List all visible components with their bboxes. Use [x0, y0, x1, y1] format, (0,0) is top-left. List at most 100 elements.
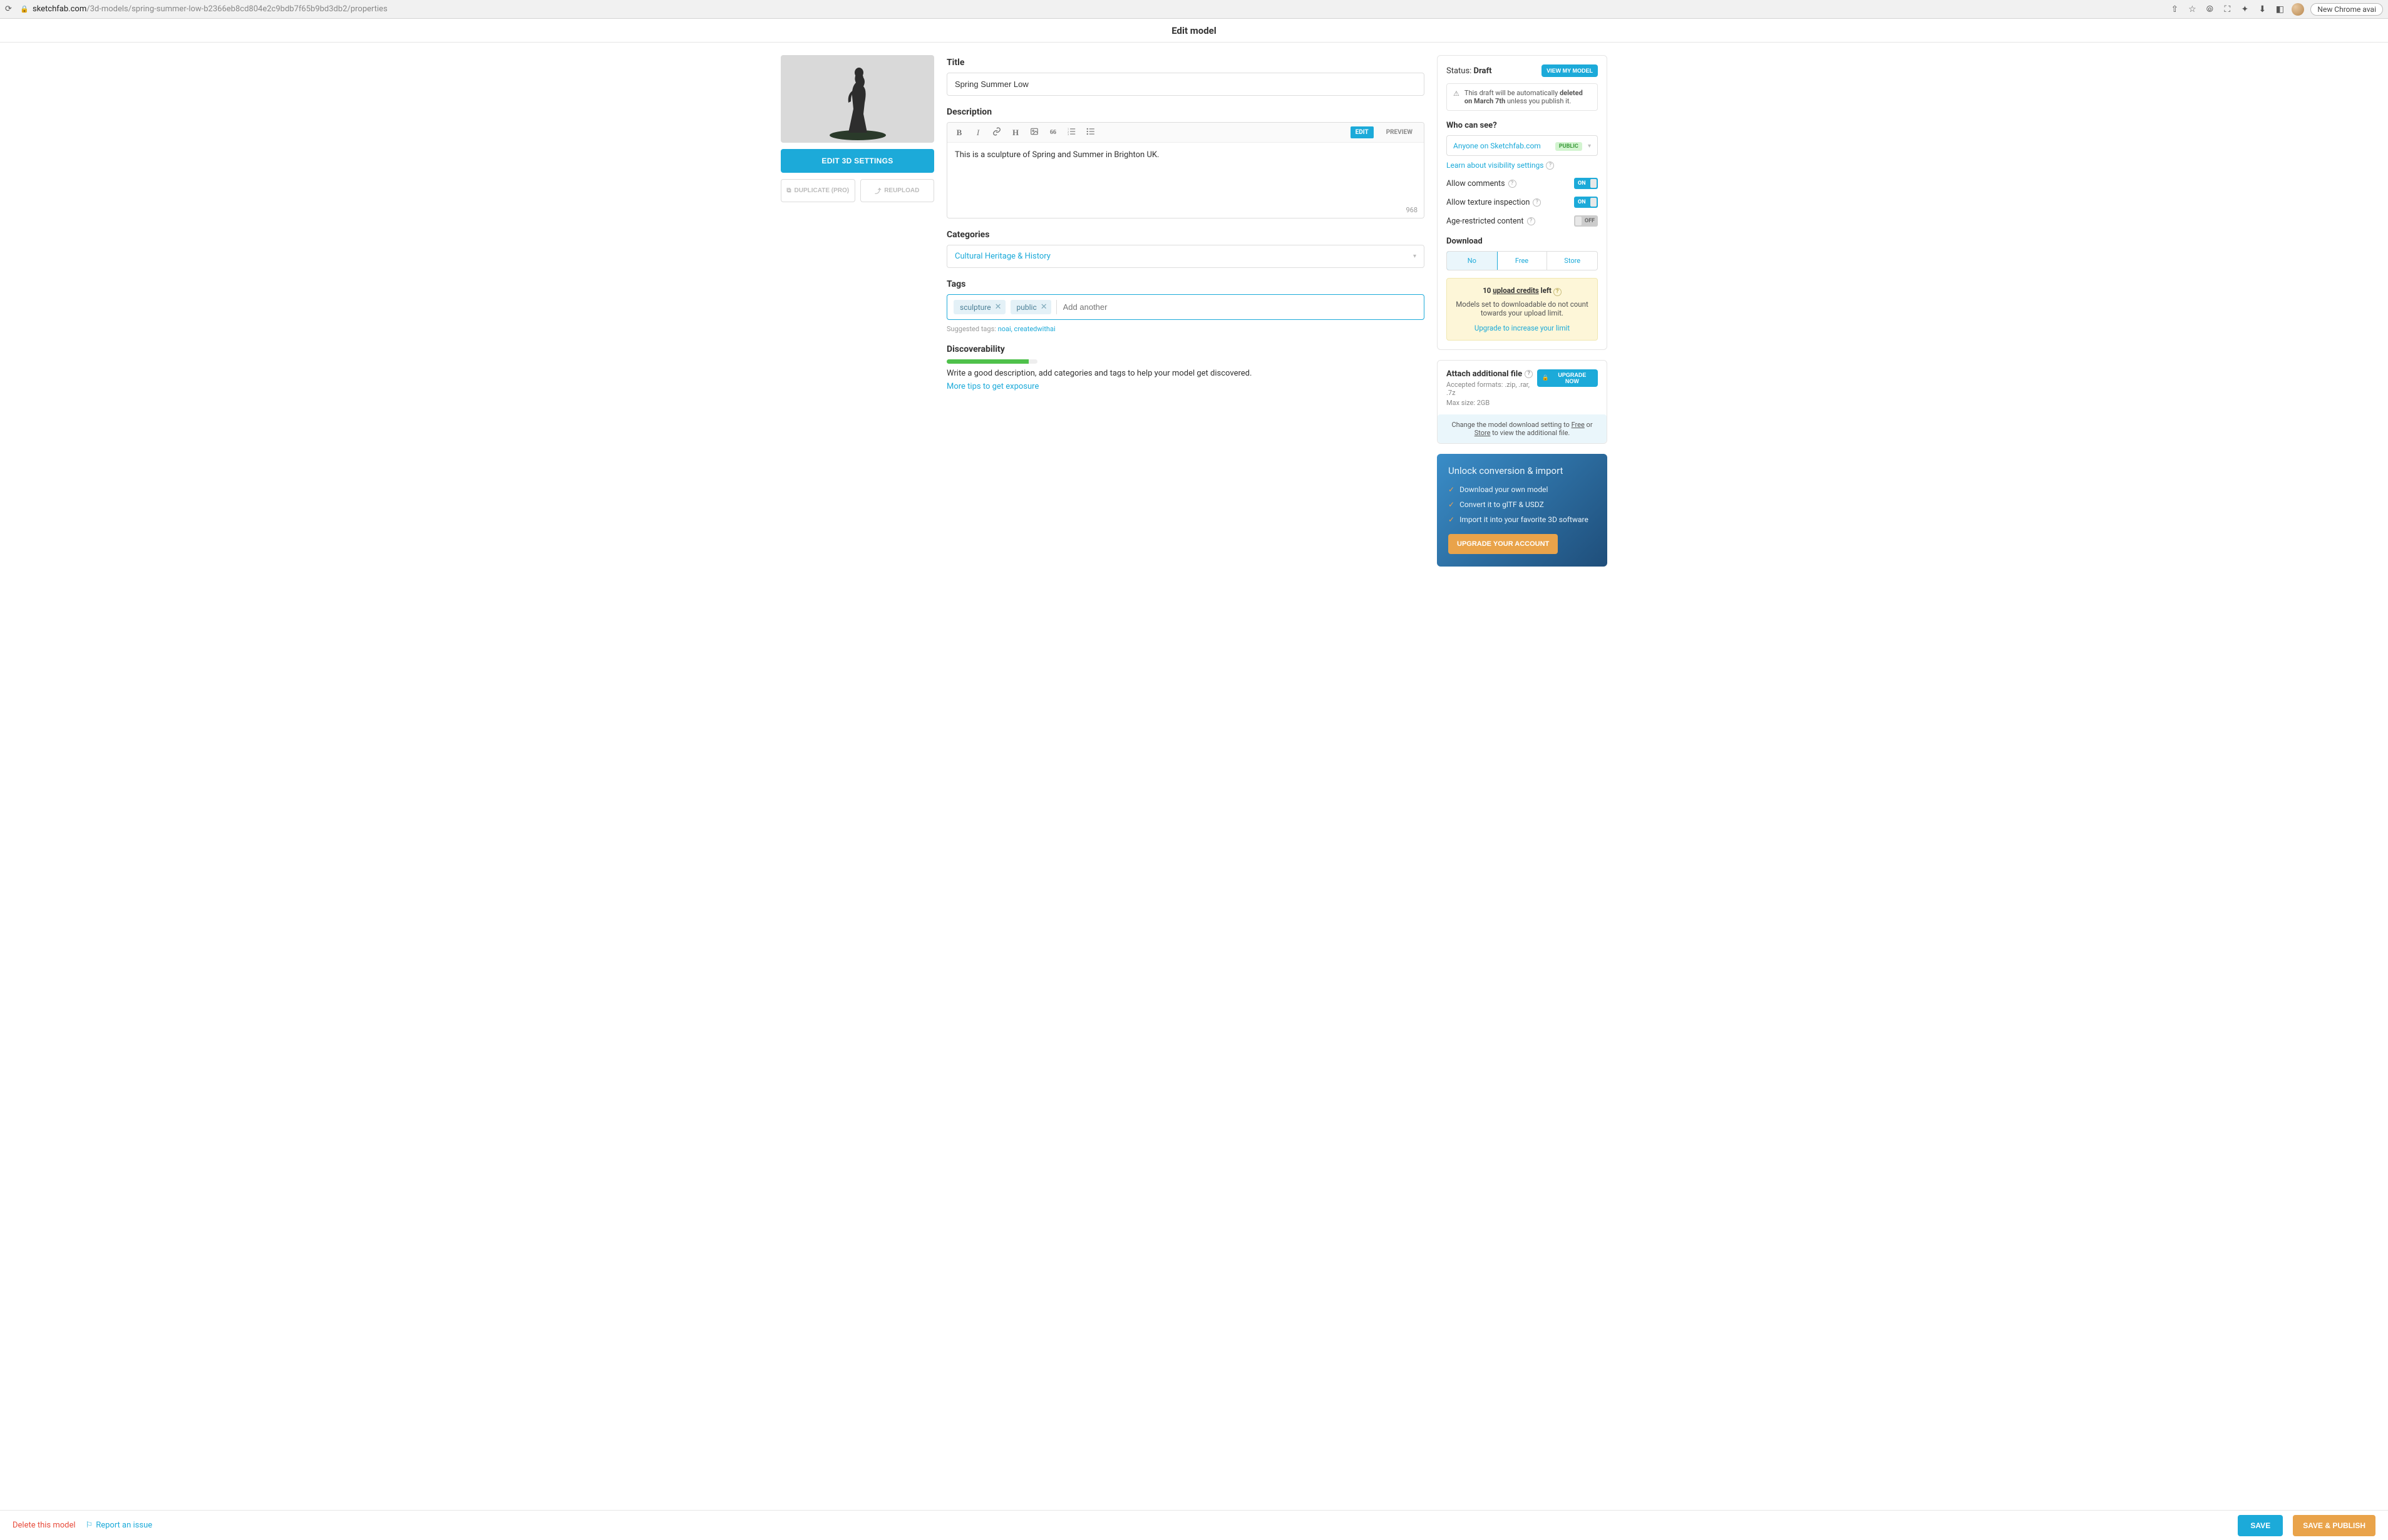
suggested-tags-link[interactable]: noai, createdwithai — [998, 325, 1056, 333]
refresh-icon[interactable]: ⟳ — [5, 4, 15, 14]
remove-tag-icon[interactable]: ✕ — [995, 302, 1002, 312]
title-input[interactable] — [947, 73, 1424, 96]
upload-credits-box: 10 upload credits left ? Models set to d… — [1446, 278, 1598, 341]
title-label: Title — [947, 58, 1424, 68]
attach-formats: Accepted formats: .zip, .rar, .7z — [1446, 381, 1537, 397]
download-tabs: No Free Store — [1446, 251, 1598, 270]
browser-chrome: ⟳ 🔒 sketchfab.com/3d-models/spring-summe… — [0, 0, 2388, 19]
url-bar[interactable]: sketchfab.com/3d-models/spring-summer-lo… — [33, 4, 2164, 14]
more-tips-link[interactable]: More tips to get exposure — [947, 382, 1039, 391]
download-tab-store[interactable]: Store — [1547, 252, 1597, 270]
ordered-list-button[interactable]: 123 — [1066, 127, 1078, 138]
unordered-list-button[interactable] — [1085, 127, 1096, 138]
tag-text-input[interactable] — [1056, 300, 1418, 314]
extension-icon-1[interactable]: ⦾ — [2204, 4, 2215, 15]
status-label: Status: Draft — [1446, 66, 1492, 76]
help-icon[interactable]: ? — [1533, 198, 1541, 207]
save-button[interactable]: SAVE — [2238, 1515, 2283, 1536]
attach-title: Attach additional file? — [1446, 369, 1537, 379]
public-badge: PUBLIC — [1555, 142, 1582, 151]
italic-button[interactable]: I — [972, 128, 984, 138]
upgrade-limit-link[interactable]: Upgrade to increase your limit — [1454, 324, 1590, 332]
attach-max: Max size: 2GB — [1446, 399, 1537, 407]
tag-chip: public✕ — [1011, 300, 1051, 314]
save-publish-button[interactable]: SAVE & PUBLISH — [2293, 1515, 2375, 1536]
duplicate-button[interactable]: ⧉ DUPLICATE (PRO) — [781, 179, 855, 202]
lock-icon: 🔒 — [1542, 374, 1549, 381]
visibility-select[interactable]: Anyone on Sketchfab.com PUBLIC ▾ — [1446, 135, 1598, 156]
download-icon[interactable]: ⬇ — [2257, 4, 2268, 15]
remove-tag-icon[interactable]: ✕ — [1041, 302, 1047, 312]
panel-icon[interactable]: ◧ — [2274, 4, 2285, 15]
editor-edit-tab[interactable]: EDIT — [1351, 126, 1374, 138]
heading-button[interactable]: H — [1010, 128, 1021, 138]
browser-actions: ⇧ ☆ ⦾ ⛶ ✦ ⬇ ◧ New Chrome avai — [2169, 3, 2383, 16]
promo-title: Unlock conversion & import — [1448, 465, 1596, 476]
page-title: Edit model — [0, 19, 2388, 43]
discoverability-label: Discoverability — [947, 344, 1424, 354]
download-tab-no[interactable]: No — [1446, 251, 1498, 270]
check-icon: ✓ — [1448, 500, 1454, 509]
allow-comments-toggle[interactable]: ON — [1574, 178, 1598, 189]
quote-button[interactable]: 66 — [1047, 129, 1059, 136]
download-heading: Download — [1446, 237, 1598, 246]
attach-file-card: Attach additional file? Accepted formats… — [1437, 360, 1607, 444]
help-icon[interactable]: ? — [1553, 288, 1562, 296]
extension-icon-2[interactable]: ⛶ — [2221, 4, 2233, 15]
image-button[interactable] — [1029, 127, 1040, 138]
statue-preview — [823, 59, 892, 140]
upgrade-account-button[interactable]: UPGRADE YOUR ACCOUNT — [1448, 534, 1558, 554]
footer-bar: Delete this model ⚐Report an issue SAVE … — [0, 1510, 2388, 1540]
help-icon[interactable]: ? — [1525, 370, 1533, 378]
allow-texture-label: Allow texture inspection? — [1446, 198, 1541, 207]
help-icon[interactable]: ? — [1527, 217, 1535, 225]
allow-comments-label: Allow comments? — [1446, 179, 1516, 188]
warning-icon: ⚠ — [1453, 90, 1459, 98]
age-restricted-label: Age-restricted content? — [1446, 217, 1535, 226]
description-editor: B I H 66 123 EDIT PREVIEW — [947, 122, 1424, 218]
bold-button[interactable]: B — [954, 128, 965, 138]
upgrade-now-button[interactable]: 🔒UPGRADE NOW — [1537, 369, 1598, 387]
discoverability-text: Write a good description, add categories… — [947, 369, 1424, 378]
suggested-tags: Suggested tags: noai, createdwithai — [947, 325, 1424, 333]
char-count: 968 — [1406, 206, 1418, 214]
tags-input-box[interactable]: sculpture✕ public✕ — [947, 294, 1424, 320]
flag-icon: ⚐ — [86, 1521, 93, 1530]
age-restricted-toggle[interactable]: OFF — [1574, 215, 1598, 227]
attach-note: Change the model download setting to Fre… — [1438, 414, 1607, 443]
description-textarea[interactable]: This is a sculpture of Spring and Summer… — [947, 143, 1424, 218]
tag-chip: sculpture✕ — [954, 300, 1006, 314]
allow-texture-toggle[interactable]: ON — [1574, 197, 1598, 208]
report-issue-link[interactable]: ⚐Report an issue — [86, 1521, 153, 1530]
description-label: Description — [947, 107, 1424, 117]
edit-3d-settings-button[interactable]: EDIT 3D SETTINGS — [781, 149, 934, 173]
help-icon: ? — [1546, 162, 1554, 170]
extensions-icon[interactable]: ✦ — [2239, 4, 2250, 15]
editor-preview-tab[interactable]: PREVIEW — [1381, 126, 1418, 138]
link-button[interactable] — [991, 127, 1002, 138]
upgrade-promo-card: Unlock conversion & import ✓Download you… — [1437, 454, 1607, 567]
lock-icon: 🔒 — [20, 5, 28, 13]
draft-warning: ⚠ This draft will be automatically delet… — [1446, 83, 1598, 111]
upload-icon: ⤴ — [875, 186, 881, 195]
delete-model-link[interactable]: Delete this model — [13, 1521, 76, 1530]
check-icon: ✓ — [1448, 485, 1454, 494]
share-icon[interactable]: ⇧ — [2169, 4, 2180, 15]
categories-select[interactable]: Cultural Heritage & History ▾ — [947, 245, 1424, 268]
discoverability-meter — [947, 359, 1037, 364]
bookmark-icon[interactable]: ☆ — [2186, 4, 2198, 15]
promo-item: ✓Download your own model — [1448, 485, 1596, 494]
new-chrome-pill[interactable]: New Chrome avai — [2310, 3, 2383, 16]
promo-item: ✓Import it into your favorite 3D softwar… — [1448, 515, 1596, 524]
duplicate-icon: ⧉ — [786, 187, 791, 194]
model-thumbnail[interactable] — [781, 55, 934, 143]
status-card: Status: Draft VIEW MY MODEL ⚠ This draft… — [1437, 55, 1607, 350]
learn-visibility-link[interactable]: Learn about visibility settings ? — [1446, 161, 1554, 170]
caret-down-icon: ▾ — [1413, 253, 1416, 260]
profile-avatar[interactable] — [2292, 3, 2304, 16]
help-icon[interactable]: ? — [1508, 180, 1516, 188]
tags-label: Tags — [947, 279, 1424, 289]
view-model-button[interactable]: VIEW MY MODEL — [1541, 64, 1598, 77]
download-tab-free[interactable]: Free — [1497, 252, 1548, 270]
reupload-button[interactable]: ⤴ REUPLOAD — [860, 179, 935, 202]
